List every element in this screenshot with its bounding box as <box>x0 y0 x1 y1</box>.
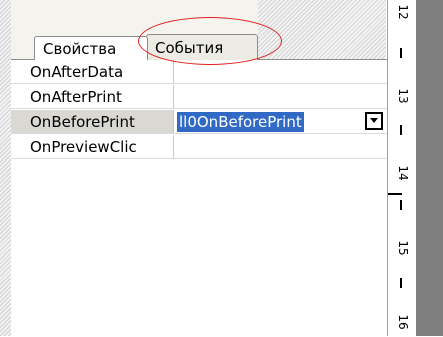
property-row-onpreviewclick[interactable]: OnPreviewClic <box>11 135 387 160</box>
ruler-tick <box>400 278 402 288</box>
right-gray-panel <box>416 0 443 336</box>
tab-properties-label: Свойства <box>43 40 117 58</box>
ruler-label: 12 <box>396 4 410 20</box>
property-value-editor-cell[interactable]: ll0OnBeforePrint <box>174 110 387 134</box>
property-row-onbeforeprint[interactable]: OnBeforePrint ll0OnBeforePrint <box>11 110 387 135</box>
ruler-label: 13 <box>396 88 410 104</box>
property-value-input[interactable]: ll0OnBeforePrint <box>177 112 304 132</box>
tab-bar-hatch <box>258 0 386 60</box>
property-row-onafterprint[interactable]: OnAfterPrint <box>11 85 387 110</box>
property-value[interactable] <box>174 60 387 84</box>
tab-events-label: События <box>155 39 224 57</box>
ruler-label: 14 <box>396 165 410 181</box>
property-name: OnBeforePrint <box>11 110 174 134</box>
property-row-onafterdata[interactable]: OnAfterData <box>11 60 387 85</box>
ruler-label: 15 <box>396 240 410 256</box>
property-name: OnAfterPrint <box>11 85 174 109</box>
tab-properties[interactable]: Свойства <box>34 36 148 60</box>
property-value[interactable] <box>174 85 387 109</box>
ruler-label: 16 <box>396 314 410 330</box>
property-name: OnAfterData <box>11 60 174 84</box>
ruler-margin-marker[interactable] <box>388 193 402 195</box>
ruler-tick <box>400 48 402 58</box>
tab-events[interactable]: События <box>146 34 258 60</box>
ruler-tick <box>400 200 402 210</box>
dropdown-arrow-icon <box>370 118 378 123</box>
vertical-ruler: 12 13 14 15 16 <box>387 0 417 336</box>
ruler-tick <box>400 125 402 135</box>
property-grid: OnAfterData OnAfterPrint OnBeforePrint l… <box>11 59 387 337</box>
dropdown-button[interactable] <box>365 112 383 130</box>
property-value[interactable] <box>174 135 387 159</box>
property-name: OnPreviewClic <box>11 135 174 159</box>
